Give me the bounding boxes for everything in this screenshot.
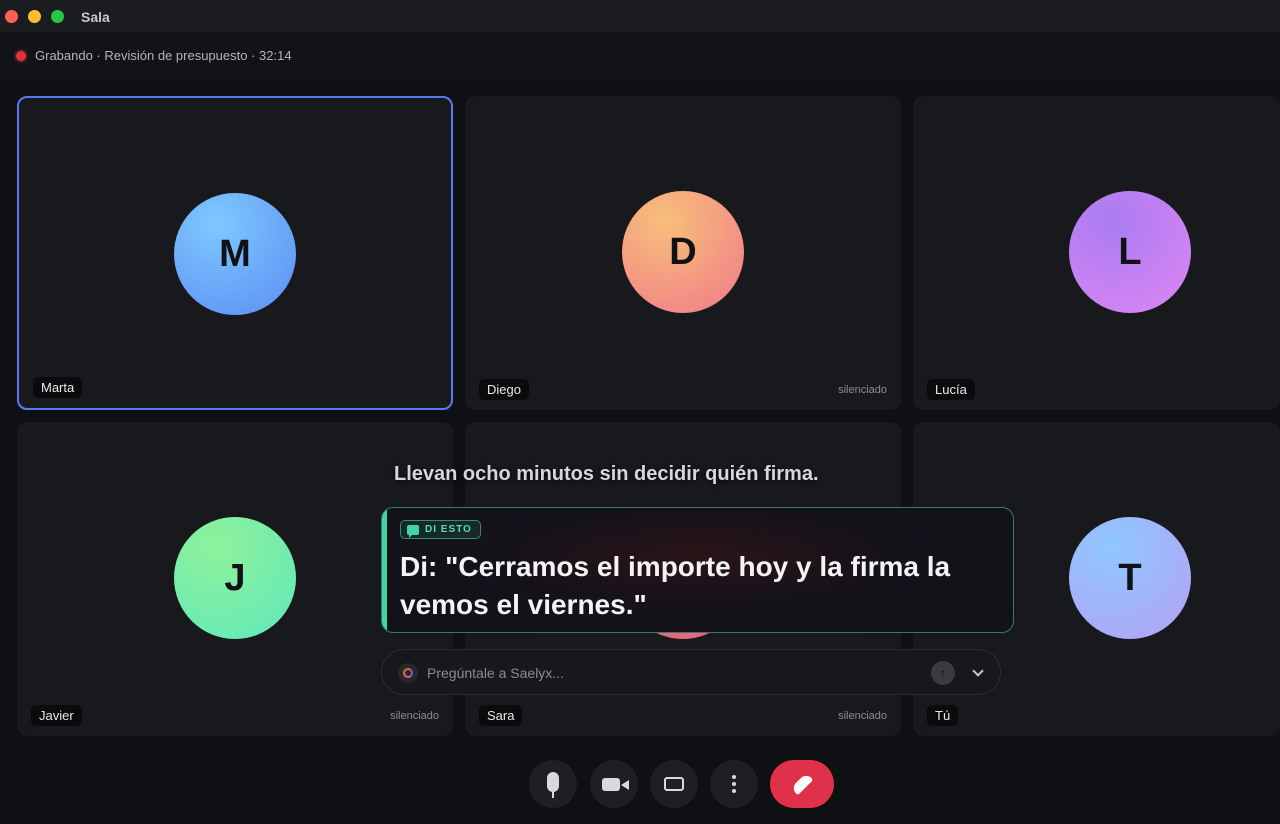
screen-share-button[interactable] [650,760,698,808]
participant-tile-lucia[interactable]: L Lucía [913,96,1280,410]
avatar: J [174,517,296,639]
ask-input[interactable] [427,662,867,684]
assistant-ask-bar: ↑ [381,649,1001,695]
suggestion-badge: DI ESTO [400,520,481,539]
participant-name: Tú [927,705,959,726]
avatar: T [1069,517,1191,639]
badge-label: DI ESTO [425,524,472,535]
avatar: D [622,191,744,313]
avatar-initial: M [219,232,251,275]
leave-call-button[interactable] [770,760,834,808]
title-bar: Sala [0,0,1280,33]
avatar: L [1069,191,1191,313]
minimize-window-button[interactable] [28,10,41,23]
recording-status: Grabando · Revisión de presupuesto · 32:… [35,48,292,63]
hang-up-icon [790,772,814,796]
avatar-initial: T [1118,556,1142,599]
participant-name: Diego [479,379,529,400]
participant-tile-diego[interactable]: D Diego silenciado [465,96,901,410]
microphone-button[interactable] [529,760,577,808]
participant-name: Marta [33,377,83,398]
suggestion-card: DI ESTO Di: "Cerramos el importe hoy y l… [381,507,1014,633]
more-button[interactable] [710,760,758,808]
participant-name: Sara [479,705,523,726]
participant-name: Javier [31,705,82,726]
avatar-initial: J [224,556,246,599]
avatar: M [174,193,296,315]
participant-name: Lucía [927,379,975,400]
call-controls [0,756,1280,808]
close-window-button[interactable] [5,10,18,23]
chevron-down-icon[interactable] [967,662,989,684]
avatar-initial: D [669,230,697,273]
avatar-initial: L [1118,230,1142,273]
chat-bubble-icon [407,524,419,538]
camera-button[interactable] [590,760,638,808]
window-title: Sala [81,9,110,25]
assistant-logo-icon [398,663,418,683]
camera-icon [602,777,629,791]
screen-share-icon [664,777,684,791]
suggestion-text: Di: "Cerramos el importe hoy y la firma … [400,551,951,620]
maximize-window-button[interactable] [51,10,64,23]
participant-tile-marta[interactable]: M Marta [17,96,453,410]
send-arrow-icon[interactable]: ↑ [931,661,955,685]
recording-indicator-icon [16,51,26,61]
assistant-context: Llevan ocho minutos sin decidir quién fi… [394,463,819,485]
muted-label: silenciado [838,384,887,396]
muted-label: silenciado [390,710,439,722]
recording-bar: Grabando · Revisión de presupuesto · 32:… [0,33,1280,79]
more-icon [732,782,736,786]
microphone-icon [547,772,559,798]
suggestion-accent-bar [382,508,387,632]
muted-label: silenciado [838,710,887,722]
